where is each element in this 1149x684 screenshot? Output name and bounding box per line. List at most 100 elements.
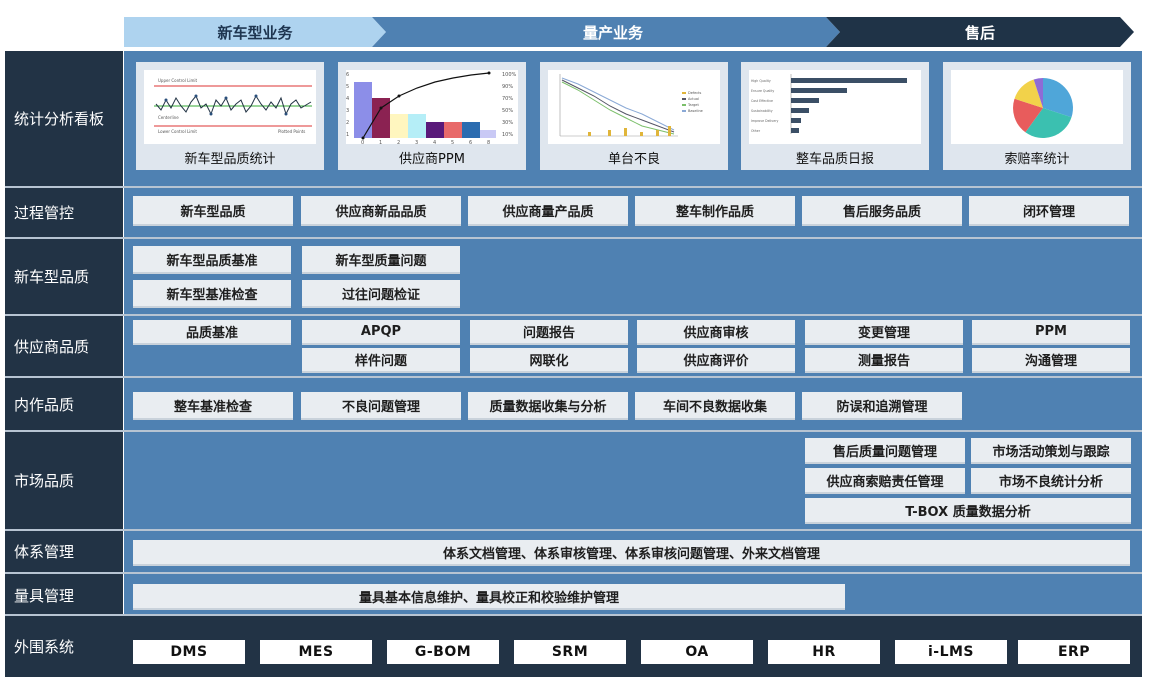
process-item[interactable]: 整车制作品质 <box>635 196 795 226</box>
svg-text:Sustainability: Sustainability <box>751 109 773 113</box>
divider <box>5 430 1142 432</box>
svg-text:1: 1 <box>379 140 382 144</box>
process-item[interactable]: 供应商新品品质 <box>301 196 461 226</box>
divider <box>5 529 1142 531</box>
svg-text:90%: 90% <box>502 84 513 90</box>
supplier-item[interactable]: 供应商评价 <box>637 348 795 373</box>
svg-text:High Quality: High Quality <box>751 79 771 83</box>
new-model-item[interactable]: 新车型质量问题 <box>302 246 460 274</box>
divider <box>5 186 1142 188</box>
row-label-process: 过程管控 <box>14 203 75 222</box>
process-item[interactable]: 供应商量产品质 <box>468 196 628 226</box>
pie-chart-thumbnail <box>951 70 1123 144</box>
svg-text:100%: 100% <box>502 72 517 78</box>
external-system-ilms[interactable]: i-LMS <box>895 640 1007 664</box>
external-system-srm[interactable]: SRM <box>514 640 626 664</box>
external-system-erp[interactable]: ERP <box>1018 640 1130 664</box>
svg-text:Target: Target <box>687 103 699 107</box>
market-item[interactable]: 售后质量问题管理 <box>805 438 965 464</box>
svg-text:3: 3 <box>415 140 418 144</box>
svg-text:1: 1 <box>346 132 349 138</box>
internal-item[interactable]: 质量数据收集与分析 <box>468 392 628 420</box>
process-item[interactable]: 新车型品质 <box>133 196 293 226</box>
svg-text:Plotted Points: Plotted Points <box>278 129 305 134</box>
dashboard-card-title: 新车型品质统计 <box>184 152 276 167</box>
svg-text:6: 6 <box>469 140 472 144</box>
svg-text:5: 5 <box>346 84 349 90</box>
supplier-item[interactable]: 变更管理 <box>805 320 963 345</box>
supplier-item[interactable]: 品质基准 <box>133 320 291 345</box>
gauge-management-bar[interactable]: 量具基本信息维护、量具校正和校验维护管理 <box>133 584 845 610</box>
divider <box>5 237 1142 239</box>
row-label-supplier: 供应商品质 <box>14 337 90 356</box>
internal-item[interactable]: 车间不良数据收集 <box>635 392 795 420</box>
new-model-item[interactable]: 新车型品质基准 <box>133 246 291 274</box>
svg-text:2: 2 <box>397 140 400 144</box>
process-item[interactable]: 闭环管理 <box>969 196 1129 226</box>
svg-text:Defects: Defects <box>688 91 702 95</box>
svg-text:Improve Delivery: Improve Delivery <box>751 119 778 123</box>
svg-text:70%: 70% <box>502 96 513 102</box>
dashboard-card-supplier-ppm[interactable]: 6 5 4 3 2 1 100% 90% 70% 50% 30% 10% 0 1 2 3 4 5 6 8 供… <box>338 62 526 170</box>
row-label-external: 外围系统 <box>14 637 75 656</box>
supplier-item[interactable]: 测量报告 <box>805 348 963 373</box>
row-label-market: 市场品质 <box>14 471 75 490</box>
svg-text:Cost Effective: Cost Effective <box>751 99 773 103</box>
pareto-chart-thumbnail: 6 5 4 3 2 1 100% 90% 70% 50% 30% 10% 0 1 2 3 4 5 6 8 <box>346 70 518 146</box>
external-system-oa[interactable]: OA <box>641 640 753 664</box>
svg-text:3: 3 <box>346 108 349 114</box>
process-item[interactable]: 售后服务品质 <box>802 196 962 226</box>
dashboard-card-title: 索赔率统计 <box>1004 152 1070 167</box>
supplier-item[interactable]: 网联化 <box>470 348 628 373</box>
market-item[interactable]: T-BOX 质量数据分析 <box>805 498 1131 524</box>
svg-text:Other: Other <box>751 129 761 133</box>
svg-text:Lower Control Limit: Lower Control Limit <box>158 129 197 134</box>
divider <box>5 314 1142 316</box>
row-label-new-model: 新车型品质 <box>14 267 90 286</box>
phase-new-model-label: 新车型业务 <box>217 23 293 42</box>
supplier-item[interactable]: 样件问题 <box>302 348 460 373</box>
external-system-gbom[interactable]: G-BOM <box>387 640 499 664</box>
supplier-item[interactable]: 供应商审核 <box>637 320 795 345</box>
dashboard-card-unit-defects[interactable]: Defects Actual Target Baseline 单台不良 <box>540 62 728 170</box>
new-model-item[interactable]: 过往问题检证 <box>302 280 460 308</box>
row-label-stats: 统计分析看板 <box>14 109 105 128</box>
supplier-item[interactable]: 沟通管理 <box>972 348 1130 373</box>
svg-text:30%: 30% <box>502 120 513 126</box>
svg-text:0: 0 <box>361 140 364 144</box>
external-system-dms[interactable]: DMS <box>133 640 245 664</box>
control-chart-thumbnail: Upper Control Limit Centerline Lower Con… <box>144 70 316 144</box>
internal-item[interactable]: 不良问题管理 <box>301 392 461 420</box>
phase-after-sales-label: 售后 <box>964 23 995 42</box>
horizontal-bar-thumbnail: High Quality Ensure Quality Cost Effectiv… <box>749 70 921 144</box>
row-label-system: 体系管理 <box>14 542 75 561</box>
svg-text:4: 4 <box>346 96 349 102</box>
svg-text:Ensure Quality: Ensure Quality <box>751 89 774 93</box>
supplier-item[interactable]: APQP <box>302 320 460 345</box>
svg-text:5: 5 <box>451 140 454 144</box>
internal-item[interactable]: 防误和追溯管理 <box>802 392 962 420</box>
svg-text:Baseline: Baseline <box>688 109 703 113</box>
dashboard-card-daily-report[interactable]: High Quality Ensure Quality Cost Effectiv… <box>741 62 929 170</box>
market-item[interactable]: 供应商索赔责任管理 <box>805 468 965 494</box>
internal-item[interactable]: 整车基准检查 <box>133 392 293 420</box>
row-label-gauge: 量具管理 <box>14 586 75 605</box>
new-model-item[interactable]: 新车型基准检查 <box>133 280 291 308</box>
row-label-internal: 内作品质 <box>14 395 75 414</box>
svg-text:50%: 50% <box>502 108 513 114</box>
market-item[interactable]: 市场活动策划与跟踪 <box>971 438 1131 464</box>
system-management-bar[interactable]: 体系文档管理、体系审核管理、体系审核问题管理、外来文档管理 <box>133 540 1130 566</box>
svg-text:6: 6 <box>346 72 349 78</box>
defect-trend-thumbnail: Defects Actual Target Baseline <box>548 70 720 144</box>
dashboard-card-title: 供应商PPM <box>399 152 465 167</box>
svg-text:Actual: Actual <box>688 97 699 101</box>
external-system-mes[interactable]: MES <box>260 640 372 664</box>
dashboard-card-claim-rate[interactable]: 索赔率统计 <box>943 62 1131 170</box>
market-item[interactable]: 市场不良统计分析 <box>971 468 1131 494</box>
dashboard-card-new-model[interactable]: Upper Control Limit Centerline Lower Con… <box>136 62 324 170</box>
external-system-hr[interactable]: HR <box>768 640 880 664</box>
supplier-item[interactable]: 问题报告 <box>470 320 628 345</box>
supplier-item[interactable]: PPM <box>972 320 1130 345</box>
svg-text:8: 8 <box>487 140 490 144</box>
dashboard-card-title: 单台不良 <box>607 152 660 167</box>
